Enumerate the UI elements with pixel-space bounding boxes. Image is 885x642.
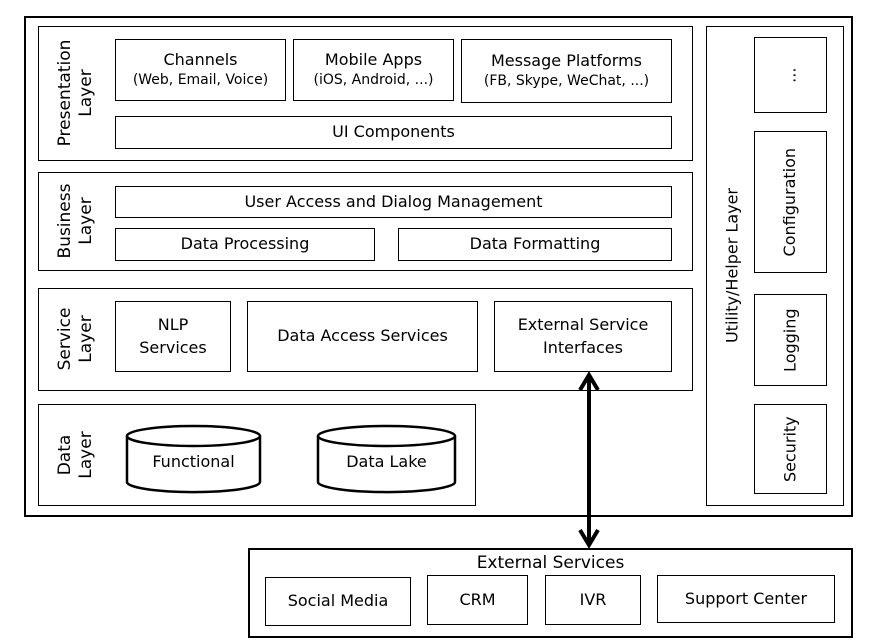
data-lake-db-label: Data Lake bbox=[346, 452, 427, 471]
bidirectional-arrow bbox=[578, 371, 600, 549]
functional-db-label: Functional bbox=[152, 452, 235, 471]
diagram-shapes bbox=[125, 371, 600, 549]
